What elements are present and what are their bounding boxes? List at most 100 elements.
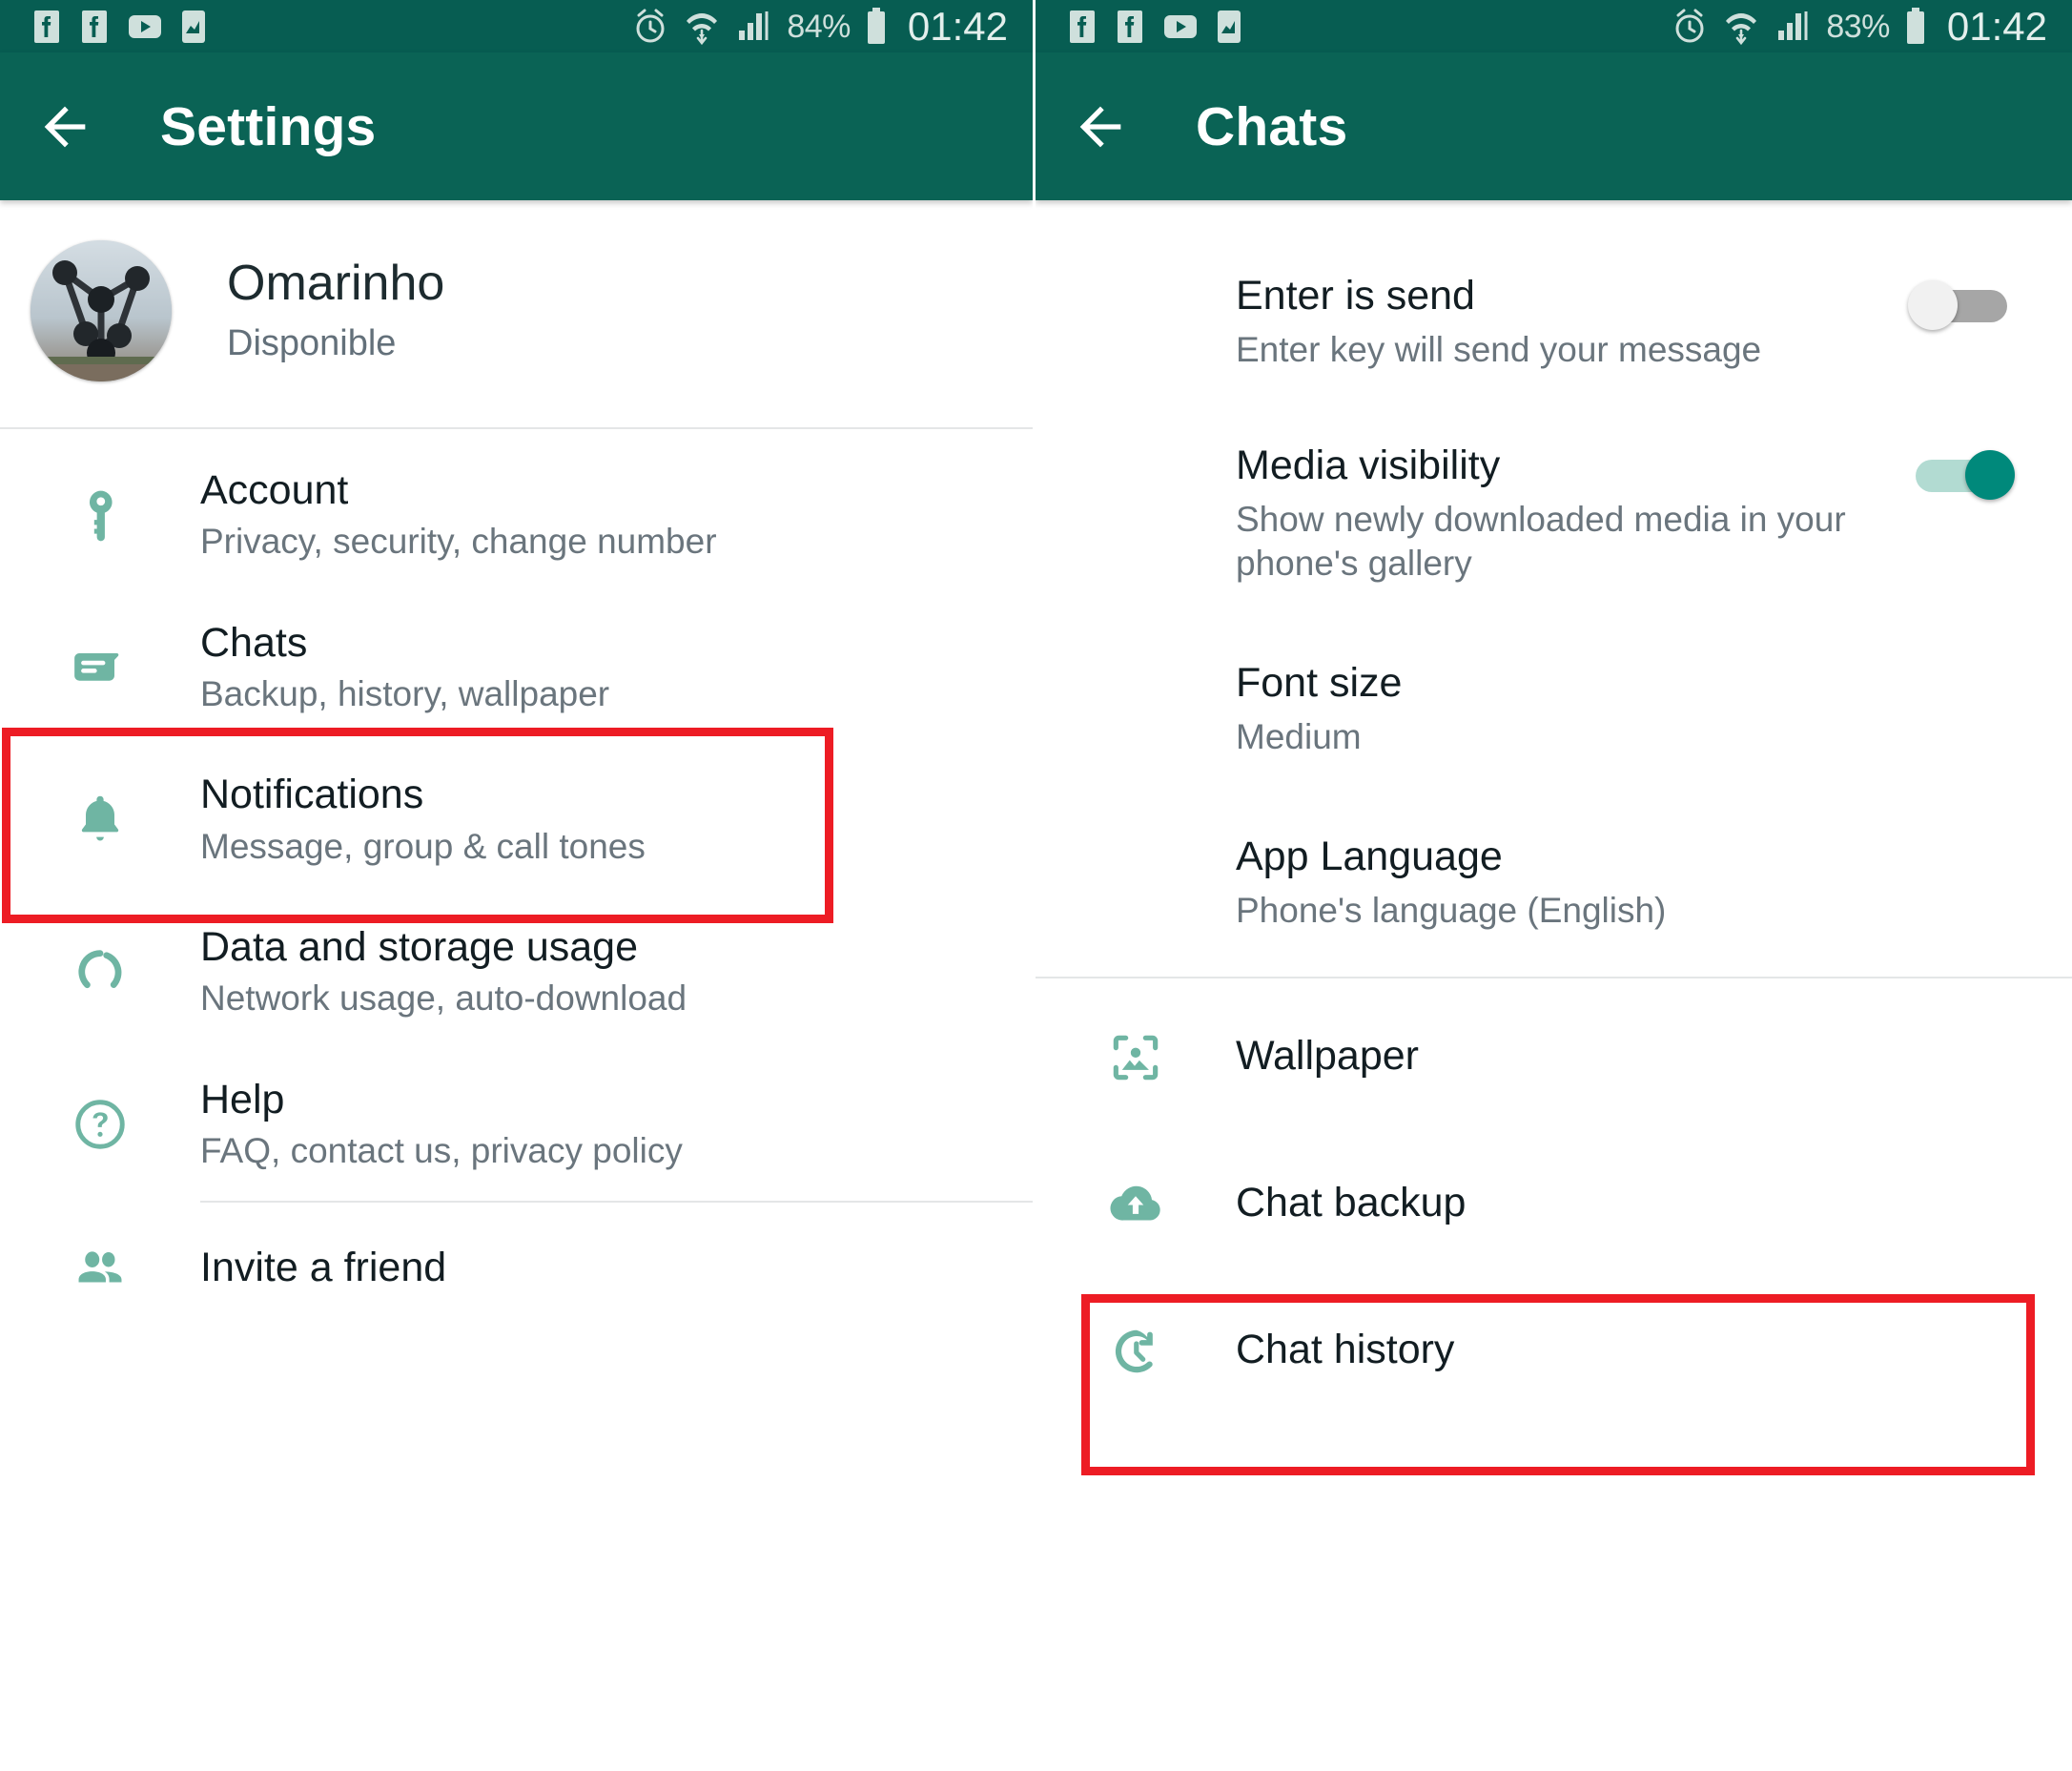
key-icon-wrap (0, 485, 200, 545)
row-title: Media visibility (1236, 443, 1501, 489)
row-title: Chats (200, 619, 308, 666)
toggle-knob (1908, 280, 1958, 330)
media-visibility-toggle[interactable] (1908, 450, 2015, 501)
row-subtitle: Network usage, auto-download (200, 978, 687, 1019)
profile-text: Omarinho Disponible (227, 257, 444, 364)
image-frame-icon (1113, 1035, 1159, 1081)
signal-icon (1778, 10, 1808, 40)
row-body: Notifications Message, group & call tone… (200, 772, 1033, 867)
status-bar-right: 83% 01:42 (1036, 0, 2072, 52)
chat-bubble-icon-wrap (0, 638, 200, 697)
toggle-knob (1965, 450, 2015, 501)
battery-icon (1906, 7, 1924, 44)
sidebar-item-invite-a-friend[interactable]: Invite a friend (0, 1203, 1033, 1334)
setting-chat-history[interactable]: Chat history (1036, 1276, 2072, 1423)
wifi-icon (1726, 12, 1757, 45)
settings-app-bar: Settings (0, 52, 1033, 200)
row-subtitle: Privacy, security, change number (200, 522, 717, 562)
enter-is-send-toggle[interactable] (1908, 280, 2015, 330)
setting-font-size[interactable]: Font size Medium (1036, 618, 2072, 792)
history-clock-icon (1115, 1329, 1153, 1373)
youtube-icon (1164, 14, 1197, 38)
row-subtitle: Enter key will send your message (1236, 330, 1762, 370)
facebook-icon (1118, 10, 1142, 43)
profile-name: Omarinho (227, 256, 445, 312)
facebook-icon (34, 10, 59, 43)
settings-screen: 84% 01:42 Settings Omarinho Disponible A… (0, 0, 1036, 1771)
facebook-icon (1070, 10, 1095, 43)
row-title: App Language (1236, 833, 1503, 879)
row-subtitle: Show newly downloaded media in your phon… (1236, 500, 1846, 584)
row-body: Invite a friend (200, 1245, 1033, 1290)
help-circle-icon (75, 1099, 125, 1149)
row-body: Data and storage usage Network usage, au… (200, 924, 1033, 1019)
sidebar-item-notifications[interactable]: Notifications Message, group & call tone… (0, 743, 1033, 896)
alarm-icon (636, 9, 665, 42)
sidebar-item-help[interactable]: Help FAQ, contact us, privacy policy (0, 1048, 1033, 1201)
row-title: Chat history (1236, 1326, 1455, 1372)
row-subtitle: Backup, history, wallpaper (200, 673, 610, 713)
sidebar-item-chats[interactable]: Chats Backup, history, wallpaper (0, 591, 1033, 744)
settings-list: Account Privacy, security, change number… (0, 429, 1033, 1334)
image-frame-icon-wrap (1036, 1024, 1236, 1087)
app-icon (1218, 10, 1241, 43)
setting-app-language[interactable]: App Language Phone's language (English) (1036, 792, 2072, 977)
bell-icon (81, 795, 119, 841)
row-subtitle: Message, group & call tones (200, 826, 646, 866)
wifi-icon (687, 12, 718, 45)
app-icon (182, 10, 205, 43)
page-title: Chats (1196, 95, 1348, 157)
row-value: Phone's language (English) (1236, 891, 1667, 931)
profile-row[interactable]: Omarinho Disponible (0, 200, 1033, 427)
row-title: Notifications (200, 772, 424, 818)
chats-app-bar: Chats (1036, 52, 2072, 200)
signal-icon (739, 10, 769, 40)
status-bar-notification-icons (32, 10, 206, 43)
key-icon (89, 490, 113, 542)
row-body: Media visibility Show newly downloaded m… (1236, 443, 1908, 586)
status-bar-notification-icons (1068, 10, 1241, 43)
battery-icon (867, 7, 885, 44)
row-title: Invite a friend (200, 1245, 447, 1291)
data-usage-icon-wrap (0, 942, 200, 1001)
status-bar-left: 84% 01:42 (0, 0, 1033, 52)
sidebar-item-account[interactable]: Account Privacy, security, change number (0, 439, 1033, 591)
setting-chat-backup[interactable]: Chat backup (1036, 1129, 2072, 1276)
cloud-upload-icon-wrap (1036, 1171, 1236, 1234)
clock-label: 01:42 (1946, 3, 2047, 49)
setting-media-visibility[interactable]: Media visibility Show newly downloaded m… (1036, 404, 2072, 618)
avatar[interactable] (31, 240, 172, 381)
row-title: Font size (1236, 659, 1403, 706)
back-arrow-icon[interactable] (34, 96, 95, 157)
row-title: Account (200, 467, 349, 513)
atomium-photo (31, 240, 172, 381)
row-title: Help (200, 1076, 285, 1122)
facebook-icon (82, 10, 107, 43)
row-subtitle: FAQ, contact us, privacy policy (200, 1130, 683, 1170)
row-value: Medium (1236, 717, 1362, 757)
battery-percent-label: 84% (787, 8, 851, 45)
back-arrow-icon[interactable] (1070, 96, 1131, 157)
row-body: Account Privacy, security, change number (200, 467, 1033, 563)
row-title: Enter is send (1236, 273, 1475, 319)
row-title: Wallpaper (1236, 1032, 1419, 1079)
row-body: Enter is send Enter key will send your m… (1236, 273, 1908, 372)
row-body: Help FAQ, contact us, privacy policy (200, 1077, 1033, 1172)
battery-percent-label: 83% (1826, 8, 1890, 45)
chats-screen: 83% 01:42 Chats Enter is send Enter key … (1036, 0, 2072, 1771)
youtube-icon (129, 14, 161, 38)
status-bar-system-icons: 84% 01:42 (632, 6, 1008, 47)
row-title: Data and storage usage (200, 924, 638, 971)
sidebar-item-data-and-storage-usage[interactable]: Data and storage usage Network usage, au… (0, 896, 1033, 1048)
screenshot-pair: 84% 01:42 Settings Omarinho Disponible A… (0, 0, 2072, 1771)
history-clock-icon-wrap (1036, 1318, 1236, 1381)
setting-wallpaper[interactable]: Wallpaper (1036, 978, 2072, 1129)
page-title: Settings (160, 95, 377, 157)
people-icon-wrap (0, 1239, 200, 1298)
row-title: Chat backup (1236, 1179, 1467, 1225)
setting-enter-is-send[interactable]: Enter is send Enter key will send your m… (1036, 240, 2072, 404)
help-circle-icon-wrap (0, 1095, 200, 1154)
row-body: Font size Medium (1236, 660, 2015, 759)
profile-status: Disponible (227, 322, 397, 363)
row-body: App Language Phone's language (English) (1236, 834, 2015, 933)
